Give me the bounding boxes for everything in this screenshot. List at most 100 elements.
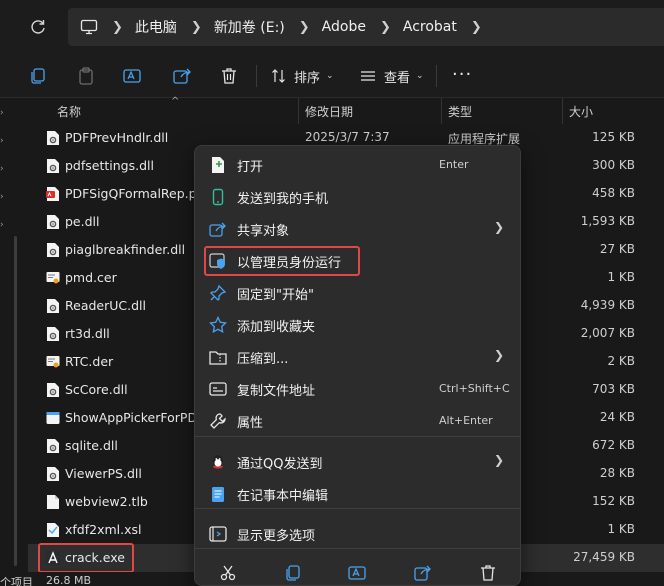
file-size: 4,939 KB bbox=[580, 298, 635, 312]
chevron-down-icon: ⌄ bbox=[326, 71, 334, 81]
file-name: pdfsettings.dll bbox=[65, 158, 154, 173]
chevron-right-icon[interactable]: › bbox=[0, 220, 4, 230]
context-menu-item-label: 压缩到... bbox=[237, 352, 289, 367]
context-menu-item[interactable]: 固定到"开始" bbox=[195, 276, 520, 308]
file-size: 152 KB bbox=[592, 494, 635, 508]
selected-size: 26.8 MB bbox=[46, 574, 92, 586]
share-icon[interactable] bbox=[414, 564, 432, 582]
file-size: 1,593 KB bbox=[580, 214, 635, 228]
context-menu-shortcut: Ctrl+Shift+C bbox=[439, 382, 510, 395]
column-header-type[interactable]: 类型 bbox=[448, 98, 472, 124]
file-name: sqlite.dll bbox=[65, 438, 118, 453]
column-separator[interactable] bbox=[298, 98, 299, 124]
file-name: xfdf2xml.xsl bbox=[65, 522, 142, 537]
rename-icon[interactable] bbox=[122, 66, 142, 86]
xsl-file-icon bbox=[46, 522, 60, 538]
pin-icon bbox=[209, 284, 227, 302]
chevron-right-icon[interactable]: ❯ bbox=[471, 20, 482, 35]
file-size: 2,007 KB bbox=[580, 326, 635, 340]
paste-icon[interactable] bbox=[76, 66, 96, 86]
context-menu-item[interactable]: 复制文件地址 Ctrl+Shift+C bbox=[195, 372, 520, 404]
file-size: 28 KB bbox=[599, 466, 635, 480]
phone-icon bbox=[209, 188, 227, 206]
refresh-icon[interactable] bbox=[28, 17, 48, 37]
dll-gear-icon bbox=[46, 242, 60, 258]
file-name: ReaderUC.dll bbox=[65, 298, 146, 313]
file-name: piaglbreakfinder.dll bbox=[65, 242, 186, 257]
navigation-scrollbar[interactable] bbox=[14, 236, 17, 566]
breadcrumb-adobe[interactable]: Adobe bbox=[322, 19, 366, 35]
wrench-icon bbox=[209, 412, 227, 430]
toolbar-divider bbox=[256, 65, 257, 87]
pdf-file-icon bbox=[46, 186, 60, 202]
breadcrumb-this-pc[interactable]: 此电脑 bbox=[135, 17, 177, 37]
chevron-right-icon: ❯ bbox=[493, 453, 504, 467]
more-options-button[interactable]: ··· bbox=[452, 64, 472, 85]
column-header-name[interactable]: 名称 bbox=[57, 98, 81, 124]
dll-gear-icon bbox=[46, 158, 60, 174]
chevron-right-icon[interactable]: › bbox=[0, 136, 4, 146]
context-menu-item-label: 打开 bbox=[237, 160, 264, 175]
chevron-right-icon: ❯ bbox=[298, 19, 310, 35]
dll-gear-icon bbox=[46, 466, 60, 482]
chevron-right-icon[interactable]: › bbox=[0, 108, 4, 118]
breadcrumb-acrobat[interactable]: Acrobat bbox=[403, 19, 457, 35]
context-menu-item-label: 显示更多选项 bbox=[237, 529, 316, 544]
chevron-right-icon: ❯ bbox=[379, 19, 391, 35]
column-header-date[interactable]: 修改日期 bbox=[305, 98, 353, 124]
sort-icon bbox=[271, 68, 287, 84]
chevron-right-icon: ❯ bbox=[190, 19, 202, 35]
share-icon[interactable] bbox=[172, 66, 192, 86]
dll-gear-icon bbox=[46, 130, 60, 146]
view-list-icon bbox=[360, 68, 376, 84]
view-label: 查看 bbox=[384, 70, 411, 86]
address-box[interactable]: ❯ 此电脑 ❯ 新加卷 (E:) ❯ Adobe ❯ Acrobat ❯ bbox=[68, 8, 664, 46]
command-toolbar: 排序 ⌄ 查看 ⌄ ··· bbox=[0, 54, 664, 98]
file-size: 125 KB bbox=[592, 130, 635, 144]
file-name: RTC.der bbox=[65, 354, 114, 369]
context-menu-item[interactable]: 显示更多选项 bbox=[195, 517, 520, 549]
context-menu-item[interactable]: 发送到我的手机 bbox=[195, 180, 520, 212]
notepad-icon bbox=[209, 485, 227, 503]
view-button[interactable]: 查看 ⌄ bbox=[360, 64, 424, 88]
context-menu-item[interactable]: 共享对象 ❯ bbox=[195, 212, 520, 244]
breadcrumb-drive-e[interactable]: 新加卷 (E:) bbox=[214, 17, 285, 37]
dll-gear-icon bbox=[46, 298, 60, 314]
copy-icon[interactable] bbox=[284, 564, 302, 582]
sort-button[interactable]: 排序 ⌄ bbox=[271, 64, 334, 88]
context-menu-item-label: 共享对象 bbox=[237, 224, 290, 239]
delete-icon[interactable] bbox=[219, 66, 239, 86]
rename-icon[interactable] bbox=[348, 564, 366, 582]
context-menu-item[interactable]: 打开 Enter bbox=[195, 148, 520, 180]
delete-icon[interactable] bbox=[479, 564, 497, 582]
file-size: 1 KB bbox=[607, 270, 635, 284]
sort-ascending-icon: ^ bbox=[171, 96, 180, 107]
chevron-right-icon: ❯ bbox=[493, 348, 504, 362]
copy-icon[interactable] bbox=[28, 66, 48, 86]
context-menu-item[interactable]: 属性 Alt+Enter bbox=[195, 404, 520, 436]
cut-icon[interactable] bbox=[219, 564, 237, 582]
context-menu-item[interactable]: 压缩到... ❯ bbox=[195, 340, 520, 372]
context-menu-item[interactable]: 通过QQ发送到 ❯ bbox=[195, 445, 520, 477]
chevron-right-icon[interactable]: › bbox=[0, 164, 4, 174]
more-options-icon bbox=[209, 525, 227, 543]
column-header-size[interactable]: 大小 bbox=[569, 98, 593, 124]
context-menu-separator bbox=[195, 548, 520, 549]
column-separator[interactable] bbox=[441, 98, 442, 124]
context-menu-quick-actions bbox=[195, 558, 520, 586]
open-icon bbox=[209, 156, 227, 174]
file-size: 458 KB bbox=[592, 186, 635, 200]
context-menu-item[interactable]: 以管理员身份运行 bbox=[195, 244, 520, 276]
file-name: webview2.tlb bbox=[65, 494, 148, 509]
dll-gear-icon bbox=[46, 326, 60, 342]
column-separator[interactable] bbox=[562, 98, 563, 124]
chevron-right-icon[interactable]: › bbox=[0, 192, 4, 202]
context-menu-item[interactable]: 添加到收藏夹 bbox=[195, 308, 520, 340]
context-menu-item-label: 固定到"开始" bbox=[237, 288, 314, 303]
context-menu-item[interactable]: 在记事本中编辑 bbox=[195, 477, 520, 509]
dll-gear-icon bbox=[46, 214, 60, 230]
star-icon bbox=[209, 316, 227, 334]
computer-icon bbox=[80, 18, 98, 36]
context-menu-item-label: 复制文件地址 bbox=[237, 384, 316, 399]
context-menu-item-label: 在记事本中编辑 bbox=[237, 489, 329, 504]
